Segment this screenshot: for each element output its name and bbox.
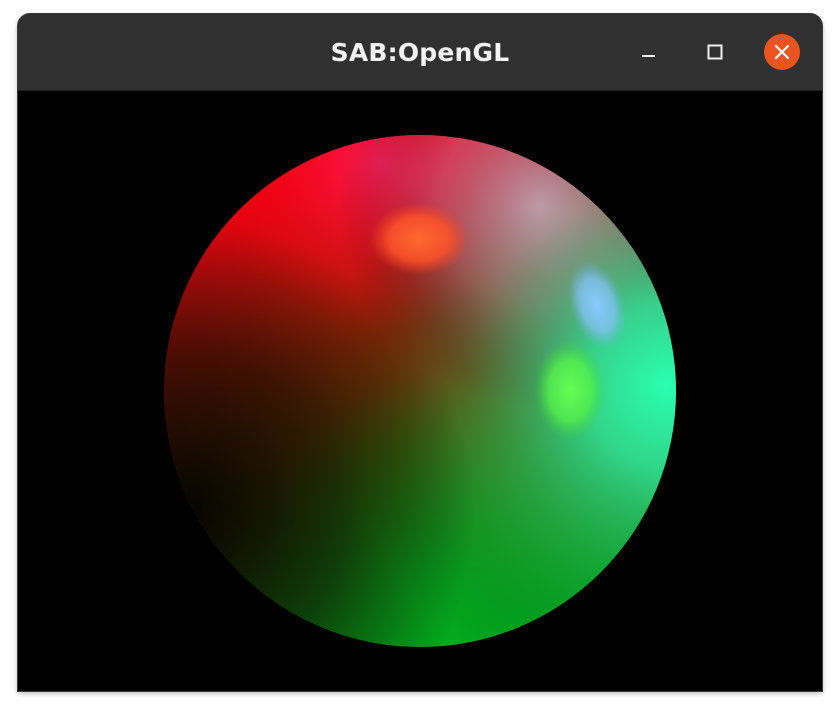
scene-canvas [18,91,822,691]
minimize-icon [642,55,655,57]
maximize-button[interactable] [697,34,733,70]
close-button[interactable] [764,34,800,70]
title-bar[interactable]: SAB:OpenGL [18,14,822,91]
app-window: SAB:OpenGL [18,14,822,691]
red-light-highlight [369,203,469,275]
maximize-icon [707,44,723,60]
opengl-viewport[interactable] [18,91,822,691]
minimize-button[interactable] [630,34,666,70]
close-icon [774,44,790,60]
green-light-highlight [534,340,606,440]
